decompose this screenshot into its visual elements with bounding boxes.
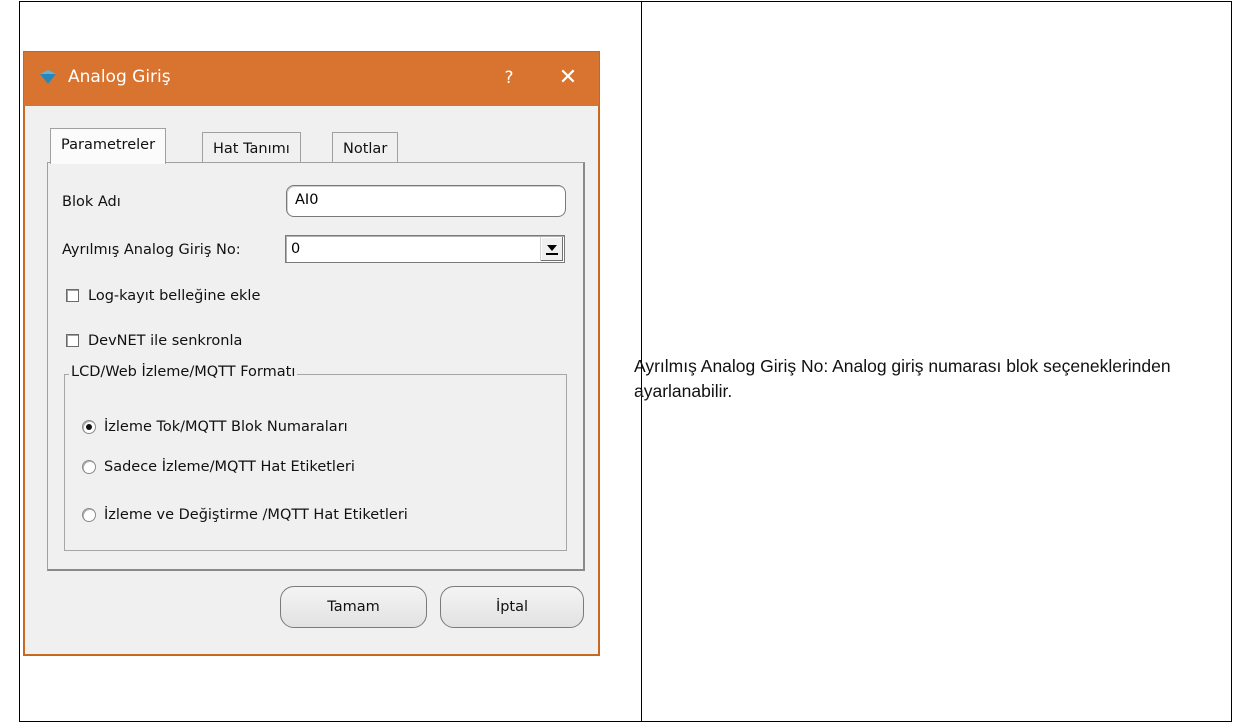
devnet-checkbox-label[interactable]: DevNET ile senkronla [88, 333, 242, 349]
cancel-button[interactable]: İptal [440, 586, 584, 628]
devnet-checkbox[interactable] [66, 334, 79, 347]
dialog-title: Analog Giriş [68, 67, 171, 87]
radio-option-1-label[interactable]: İzleme Tok/MQTT Blok Numaraları [104, 419, 348, 435]
tab-notlar[interactable]: Notlar [332, 132, 399, 162]
dropdown-bar [546, 253, 558, 255]
format-group-title: LCD/Web İzleme/MQTT Formatı [69, 364, 298, 380]
reserved-input-label: Ayrılmış Analog Giriş No: [62, 242, 241, 258]
title-bar[interactable]: Analog Giriş ? ✕ [24, 52, 599, 106]
tab-hat-tanimi[interactable]: Hat Tanımı [202, 132, 301, 162]
log-checkbox-label[interactable]: Log-kayıt belleğine ekle [88, 288, 260, 304]
log-checkbox[interactable] [66, 289, 79, 302]
radio-selected-dot [86, 424, 92, 430]
ok-button[interactable]: Tamam [280, 586, 427, 628]
radio-option-1[interactable] [82, 420, 96, 434]
help-button[interactable]: ? [494, 64, 524, 94]
analog-input-dialog: Analog Giriş ? ✕ Parametreler Hat Tanımı… [23, 51, 600, 656]
radio-option-2[interactable] [82, 460, 96, 474]
reserved-input-value: 0 [291, 241, 301, 257]
radio-option-2-label[interactable]: Sadece İzleme/MQTT Hat Etiketleri [104, 459, 355, 475]
dropdown-button[interactable] [540, 237, 563, 261]
reserved-input-select[interactable]: 0 [285, 235, 565, 263]
description-text: Ayrılmış Analog Giriş No: Analog giriş n… [634, 356, 1171, 401]
block-name-label: Blok Adı [62, 194, 121, 210]
radio-option-3[interactable] [82, 508, 96, 522]
chevron-down-icon [547, 245, 557, 251]
app-icon [40, 70, 56, 84]
tab-parametreler[interactable]: Parametreler [50, 128, 167, 164]
radio-option-3-label[interactable]: İzleme ve Değiştirme /MQTT Hat Etiketler… [104, 507, 408, 523]
block-name-input[interactable]: AI0 [286, 185, 566, 217]
close-button[interactable]: ✕ [548, 62, 588, 96]
